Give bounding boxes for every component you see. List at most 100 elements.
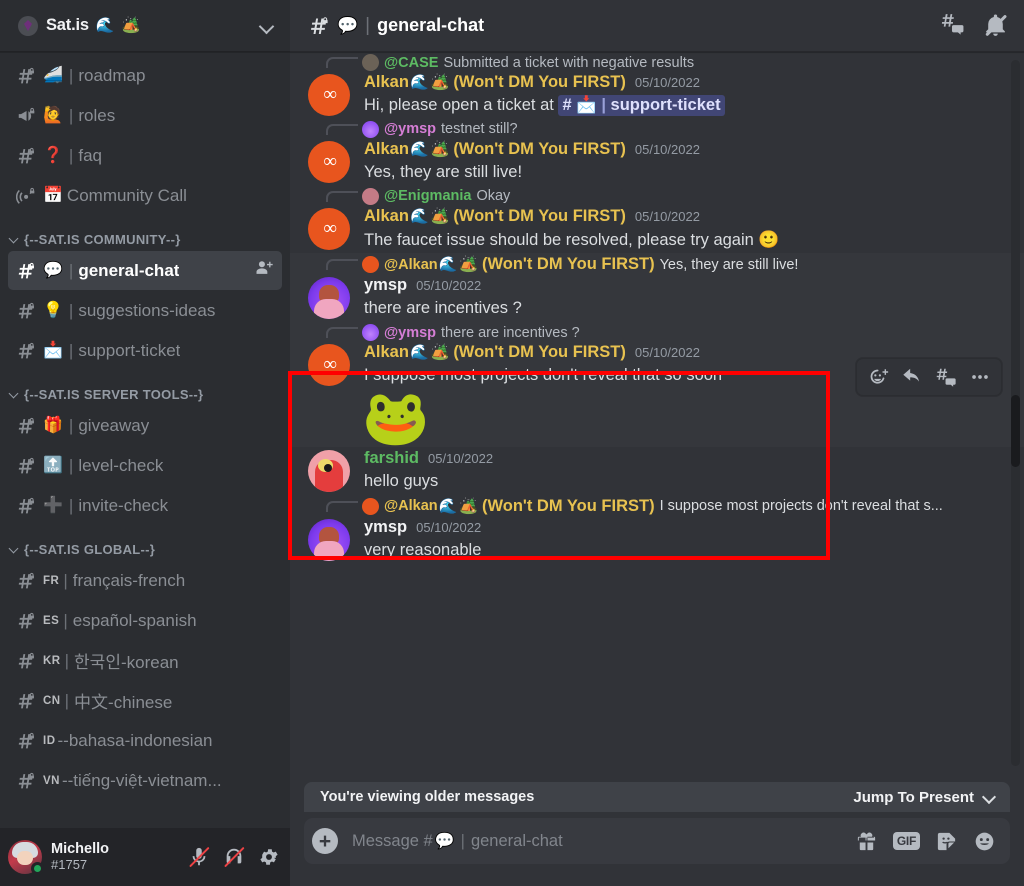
hash-lock-icon (16, 415, 38, 437)
channel-list[interactable]: 🚄 | roadmap 🙋 | roles ❓ | faq 📅 Community Call {--S… (0, 52, 290, 828)
create-thread-icon[interactable] (931, 362, 961, 392)
message-item[interactable]: farshid 05/10/2022 hello guys (290, 447, 1024, 495)
country-code-label: ES (43, 614, 60, 627)
reply-author-mention[interactable]: @Alkan (384, 257, 438, 273)
invite-member-icon[interactable] (254, 258, 274, 283)
sidebar-item-communitycall[interactable]: 📅 Community Call (8, 176, 282, 215)
sidebar-item-espaol-spanish[interactable]: ES | español-spanish (8, 601, 282, 640)
message-item[interactable]: @Alkan 🌊 🏕️ (Won't DM You FIRST) Yes, they a… (290, 253, 1024, 323)
channel-category-3[interactable]: {--SAT.IS GLOBAL--} (0, 526, 290, 561)
message-author[interactable]: Alkan (364, 140, 409, 159)
jump-to-present-button[interactable]: Jump To Present (853, 789, 996, 806)
hash-lock-icon (16, 495, 38, 517)
message-author[interactable]: Alkan (364, 73, 409, 92)
reply-author-mention[interactable]: @Enigmania (384, 188, 471, 204)
sidebar-item---ting-vit-vietnam[interactable]: VN --tiếng-việt-vietnam... (8, 761, 282, 800)
reply-context[interactable]: @Enigmania Okay (326, 187, 976, 205)
message-input-placeholder[interactable]: Message # 💬 | general-chat (352, 831, 563, 851)
gear-icon[interactable] (258, 846, 280, 868)
reply-author-mention[interactable]: @ymsp (384, 121, 436, 137)
plus-circle-icon[interactable]: + (312, 828, 338, 854)
sidebar-item--korean[interactable]: KR | 한국인-korean (8, 641, 282, 680)
reply-context[interactable]: @Alkan 🌊 🏕️ (Won't DM You FIRST) I suppose m… (326, 497, 976, 516)
sidebar-item-support-ticket[interactable]: 📩 | support-ticket (8, 331, 282, 370)
sidebar-item-roadmap[interactable]: 🚄 | roadmap (8, 56, 282, 95)
sidebar-item---bahasa-indonesian[interactable]: ID --bahasa-indonesian (8, 721, 282, 760)
reply-context[interactable]: @ymsp there are incentives ? (326, 324, 976, 342)
sidebar-item-roles[interactable]: 🙋 | roles (8, 96, 282, 135)
sidebar-item-label: --bahasa-indonesian (57, 730, 213, 750)
avatar[interactable] (308, 518, 350, 561)
sidebar-item-franais-french[interactable]: FR | français-french (8, 561, 282, 600)
server-header[interactable]: Sat.is 🌊 🏕️ (0, 0, 290, 52)
message-author[interactable]: ymsp (364, 276, 407, 295)
role-badge-emoji: 🏕️ (430, 74, 450, 91)
role-badge-emoji: 🏕️ (430, 140, 450, 158)
message-author[interactable]: farshid (364, 449, 419, 468)
sidebar-item-general-chat[interactable]: 💬 | general-chat (8, 251, 282, 290)
message-composer[interactable]: + Message # 💬 | general-chat GIF (304, 818, 1010, 864)
sidebar-item-suggestions-ideas[interactable]: 💡 | suggestions-ideas (8, 291, 282, 330)
gif-button[interactable]: GIF (892, 832, 920, 850)
reply-author-mention[interactable]: @Alkan (384, 498, 438, 514)
message-item[interactable]: @Alkan 🌊 🏕️ (Won't DM You FIRST) I suppose m… (290, 495, 1024, 564)
bell-muted-icon[interactable] (983, 13, 1008, 38)
avatar[interactable]: ∞ (308, 140, 350, 183)
emoji-smiley-icon[interactable] (973, 830, 996, 853)
sidebar-item-label: 한국인-korean (74, 653, 179, 672)
threads-icon[interactable] (940, 11, 965, 41)
channel-separator: | (68, 340, 74, 360)
reply-context[interactable]: @CASE Submitted a ticket with negative re… (326, 54, 976, 71)
channel-header: 💬 | general-chat (290, 0, 1024, 52)
older-messages-bar: You're viewing older messages Jump To Pr… (304, 782, 1010, 812)
avatar[interactable] (308, 449, 350, 492)
message-list[interactable]: @CASE Submitted a ticket with negative re… (290, 52, 1024, 818)
gift-icon[interactable] (855, 830, 878, 853)
avatar[interactable]: ∞ (308, 74, 350, 116)
sidebar-item-level-check[interactable]: 🔝 | level-check (8, 446, 282, 485)
reply-author-mention[interactable]: @CASE (384, 55, 438, 71)
sidebar-item-faq[interactable]: ❓ | faq (8, 136, 282, 175)
message-content: Hi, please open a ticket at # 📩 | suppor… (364, 94, 976, 117)
reply-author-mention[interactable]: @ymsp (384, 325, 436, 341)
hash-lock-icon (16, 690, 38, 712)
headphones-deafened-icon[interactable] (223, 846, 245, 868)
sidebar-item-giveaway[interactable]: 🎁 | giveaway (8, 406, 282, 445)
message-author[interactable]: Alkan (364, 207, 409, 226)
avatar[interactable] (308, 277, 350, 320)
channel-category-2[interactable]: {--SAT.IS SERVER TOOLS--} (0, 371, 290, 406)
sticker-icon[interactable] (935, 830, 958, 853)
sidebar-item-label: faq (78, 145, 102, 165)
avatar[interactable]: ∞ (308, 207, 350, 250)
reply-context[interactable]: @ymsp testnet still? (326, 120, 976, 138)
message-content: Yes, they are still live! (364, 161, 976, 184)
add-reaction-icon[interactable] (863, 362, 893, 392)
reply-arrow-icon[interactable] (897, 362, 927, 392)
message-author[interactable]: ymsp (364, 518, 407, 537)
microphone-muted-icon[interactable] (188, 846, 210, 868)
message-sticker[interactable]: 🐸 (362, 391, 976, 445)
sidebar-item--chinese[interactable]: CN | 中文-chinese (8, 681, 282, 720)
message-hover-toolbar (856, 358, 1002, 396)
channel-mention-chip[interactable]: # 📩 | support-ticket (558, 95, 725, 116)
country-code-label: KR (43, 654, 61, 667)
avatar[interactable] (8, 840, 44, 875)
channel-separator: | (63, 610, 68, 630)
message-item[interactable]: @ymsp testnet still? ∞ Alkan 🌊 🏕️ (Won't DM Yo… (290, 119, 1024, 186)
country-code-label: CN (43, 694, 61, 707)
channel-emoji: 🔝 (43, 456, 63, 474)
chevron-down-icon[interactable] (260, 19, 274, 33)
channel-separator: | (68, 455, 74, 475)
message-item[interactable]: @CASE Submitted a ticket with negative re… (290, 52, 1024, 119)
scrollbar-thumb[interactable] (1011, 395, 1020, 467)
message-content: The faucet issue should be resolved, ple… (364, 228, 976, 252)
role-badge-emoji: 🌊 (409, 344, 429, 362)
channel-category-1[interactable]: {--SAT.IS COMMUNITY--} (0, 216, 290, 251)
avatar[interactable]: ∞ (308, 344, 350, 387)
hash-lock-icon (16, 650, 38, 672)
message-author[interactable]: Alkan (364, 343, 409, 362)
sidebar-item-invite-check[interactable]: ➕ | invite-check (8, 486, 282, 525)
message-item[interactable]: @Enigmania Okay ∞ Alkan 🌊 🏕️ (Won't DM You FIR… (290, 186, 1024, 254)
more-options-icon[interactable] (965, 362, 995, 392)
reply-context[interactable]: @Alkan 🌊 🏕️ (Won't DM You FIRST) Yes, they a… (326, 255, 976, 274)
